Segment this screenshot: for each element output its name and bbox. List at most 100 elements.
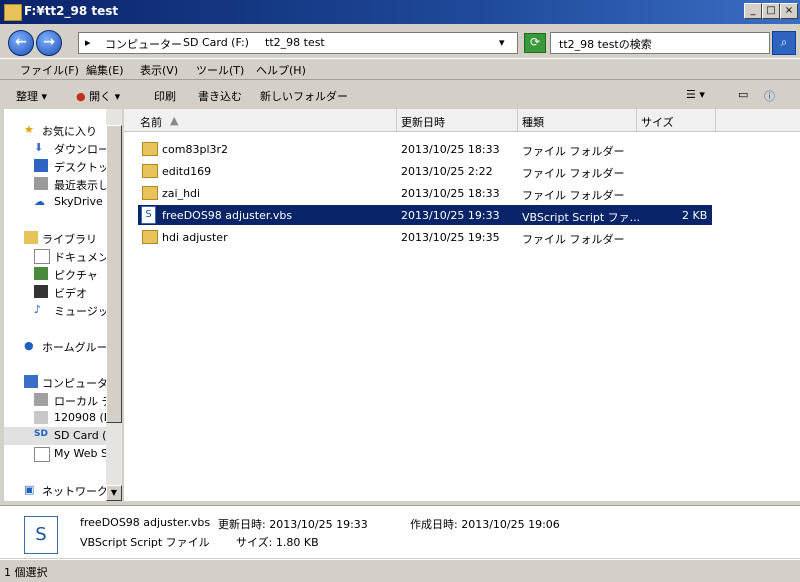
nav-homegroup[interactable]: ● ホームグループ [4, 337, 106, 355]
nav-videos[interactable]: ビデオ [4, 283, 106, 301]
menu-file[interactable]: ファイル(F) [20, 62, 79, 78]
nav-documents[interactable]: ドキュメント [4, 247, 106, 265]
nav-label: ビデオ [54, 287, 87, 300]
nav-myweb[interactable]: My Web Sites [4, 445, 106, 463]
network-icon: ▣ [24, 483, 35, 496]
file-type: ファイル フォルダー [522, 233, 625, 246]
file-name: hdi adjuster [162, 231, 228, 244]
nav-skydrive[interactable]: ☁ SkyDrive [4, 193, 106, 211]
menu-edit[interactable]: 編集(E) [86, 62, 124, 78]
open-label: 開く [89, 90, 112, 103]
address-bar[interactable]: ▸ コンピューター SD Card (F:) tt2_98 test ▾ [78, 32, 518, 54]
refresh-button[interactable]: ⟳ [524, 33, 546, 53]
nav-label: ダウンロード [54, 143, 106, 156]
column-label: サイズ [641, 116, 674, 129]
document-icon [34, 249, 50, 264]
library-icon [24, 231, 38, 244]
nav-label: ミュージック [54, 305, 106, 318]
file-type: ファイル フォルダー [522, 167, 625, 180]
nav-sdcard[interactable]: SD SD Card (F:) [4, 427, 106, 445]
cloud-icon: ☁ [34, 195, 45, 208]
preview-pane-icon[interactable]: ▭ [738, 88, 748, 101]
file-date: 2013/10/25 2:22 [401, 165, 493, 178]
column-size[interactable]: サイズ [637, 109, 716, 131]
menu-bar: ファイル(F) 編集(E) 表示(V) ツール(T) ヘルプ(H) [0, 58, 800, 79]
status-bar: 1 個選択 [0, 559, 800, 582]
open-icon: ● [76, 90, 86, 103]
nav-scrollbar[interactable]: ▼ [106, 109, 122, 501]
nav-downloads[interactable]: ⬇ ダウンロード [4, 139, 106, 157]
back-button[interactable]: ← [8, 30, 34, 56]
nav-favorites[interactable]: ★ お気に入り [4, 121, 106, 139]
nav-label: ローカル ディスク [54, 395, 106, 408]
file-size: 2 KB [682, 209, 708, 222]
minimize-button[interactable]: _ [744, 3, 762, 19]
nav-label: ドキュメント [54, 251, 106, 264]
file-row[interactable]: hdi adjuster 2013/10/25 19:35 ファイル フォルダー [138, 227, 712, 247]
nav-desktop[interactable]: デスクトップ [4, 157, 106, 175]
address-row: ← → ▸ コンピューター SD Card (F:) tt2_98 test ▾… [0, 24, 800, 58]
nav-music[interactable]: ♪ ミュージック [4, 301, 106, 319]
status-text: 1 個選択 [4, 566, 48, 579]
nav-label: デスクトップ [54, 161, 106, 174]
burn-button[interactable]: 書き込む [198, 88, 242, 104]
print-button[interactable]: 印刷 [154, 88, 176, 104]
details-size: サイズ: 1.80 KB [236, 536, 319, 549]
organize-button[interactable]: 整理 ▾ [16, 88, 47, 104]
close-button[interactable]: × [780, 3, 798, 19]
nav-label: コンピューター [42, 377, 106, 390]
computer-icon [24, 375, 38, 388]
breadcrumb-sdcard[interactable]: SD Card (F:) [183, 36, 249, 49]
sort-up-icon: ▲ [170, 114, 179, 127]
folder-icon: ▸ [85, 36, 91, 49]
menu-help[interactable]: ヘルプ(H) [256, 62, 306, 78]
file-type: ファイル フォルダー [522, 189, 625, 202]
view-options-icon[interactable]: ☰ ▾ [686, 88, 705, 101]
nav-label: ピクチャ [54, 269, 98, 282]
maximize-button[interactable]: □ [762, 3, 780, 19]
breadcrumb-folder[interactable]: tt2_98 test [265, 36, 325, 49]
homegroup-icon: ● [24, 339, 34, 352]
search-icon[interactable]: ⌕ [772, 31, 796, 55]
help-icon[interactable]: ⓘ [764, 88, 775, 104]
column-label: 更新日時 [401, 116, 445, 129]
sd-card-icon: SD [34, 429, 48, 439]
nav-label: ネットワーク [42, 485, 106, 498]
nav-recent[interactable]: 最近表示した場所 [4, 175, 106, 193]
breadcrumb-computer[interactable]: コンピューター [105, 36, 182, 52]
nav-computer[interactable]: コンピューター [4, 373, 106, 391]
window-title: F:¥tt2_98 test [24, 4, 119, 18]
file-name: editd169 [162, 165, 212, 178]
open-button[interactable]: ● 開く ▾ [76, 88, 120, 104]
folder-icon [4, 4, 22, 21]
search-input[interactable]: tt2_98 testの検索 [550, 32, 770, 54]
file-name: zai_hdi [162, 187, 201, 200]
column-name[interactable]: 名前 ▲ [124, 109, 397, 131]
file-row[interactable]: zai_hdi 2013/10/25 18:33 ファイル フォルダー [138, 183, 712, 203]
scroll-thumb[interactable] [106, 125, 122, 423]
file-date: 2013/10/25 19:35 [401, 231, 500, 244]
column-date[interactable]: 更新日時 [397, 109, 518, 131]
nav-label: My Web Sites [54, 447, 106, 460]
file-row[interactable]: editd169 2013/10/25 2:22 ファイル フォルダー [138, 161, 712, 181]
details-created: 作成日時: 2013/10/25 19:06 [410, 518, 560, 531]
nav-local-disk[interactable]: ローカル ディスク [4, 391, 106, 409]
menu-view[interactable]: 表示(V) [140, 62, 178, 78]
file-row-selected[interactable]: S freeDOS98 adjuster.vbs 2013/10/25 19:3… [138, 205, 712, 225]
file-row[interactable]: com83pl3r2 2013/10/25 18:33 ファイル フォルダー [138, 139, 712, 159]
nav-label: SkyDrive [54, 195, 103, 208]
menu-tools[interactable]: ツール(T) [196, 62, 244, 78]
scroll-down-icon[interactable]: ▼ [106, 485, 122, 501]
title-bar: F:¥tt2_98 test _ □ × [0, 0, 800, 24]
forward-button[interactable]: → [36, 30, 62, 56]
new-folder-button[interactable]: 新しいフォルダー [260, 88, 348, 104]
nav-network[interactable]: ▣ ネットワーク [4, 481, 106, 499]
nav-libraries[interactable]: ライブラリ [4, 229, 106, 247]
column-type[interactable]: 種類 [518, 109, 637, 131]
nav-drive-d[interactable]: 120908 (D:) [4, 409, 106, 427]
file-date: 2013/10/25 18:33 [401, 143, 500, 156]
details-filetype: VBScript Script ファイル [80, 536, 210, 549]
nav-pictures[interactable]: ピクチャ [4, 265, 106, 283]
file-date: 2013/10/25 18:33 [401, 187, 500, 200]
chevron-down-icon[interactable]: ▾ [499, 36, 505, 49]
